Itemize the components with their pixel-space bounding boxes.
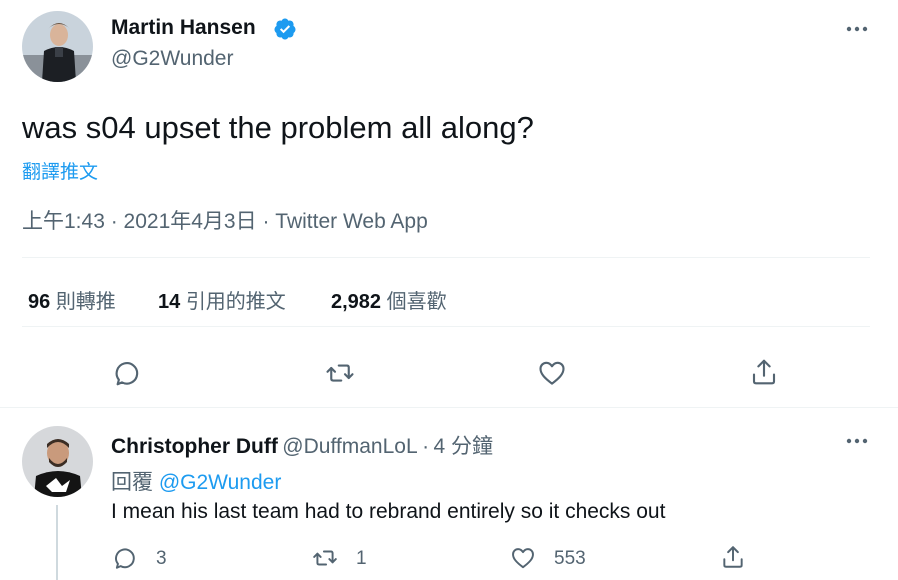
reply-retweet-icon[interactable] (311, 545, 339, 571)
reply-retweets-count: 1 (356, 548, 367, 569)
reply-text: I mean his last team had to rebrand enti… (111, 500, 666, 523)
like-icon[interactable] (537, 358, 567, 388)
reply-reply-icon[interactable] (112, 545, 138, 571)
verified-badge-icon (273, 17, 297, 41)
likes-label: 個喜歡 (386, 291, 447, 313)
divider (22, 326, 870, 327)
reply-time[interactable]: 4 分鐘 (434, 435, 494, 458)
retweets-label: 則轉推 (55, 291, 116, 313)
reply-icon[interactable] (112, 358, 142, 388)
tweet-timestamp[interactable]: 上午1:43 · 2021年4月3日 · Twitter Web App (22, 205, 428, 235)
retweets-count: 96 (28, 291, 51, 313)
more-options-icon[interactable] (845, 25, 869, 33)
thread-line (56, 505, 58, 580)
likes-stat[interactable]: 2,982 個喜歡 (331, 285, 447, 314)
divider (0, 407, 898, 408)
reply-share-icon[interactable] (720, 544, 746, 570)
reply-separator: · (422, 435, 430, 458)
reply-like-icon[interactable] (510, 545, 536, 571)
reply-author-handle[interactable]: @DuffmanLoL (282, 435, 417, 458)
translate-tweet-link[interactable]: 翻譯推文 (22, 157, 98, 184)
author-handle[interactable]: @G2Wunder (111, 47, 233, 71)
author-name[interactable]: Martin Hansen (111, 16, 256, 40)
reply-header: Christopher Duff @DuffmanLoL · 4 分鐘 (111, 430, 493, 460)
share-icon[interactable] (749, 357, 779, 387)
replying-to-prefix: 回覆 (111, 471, 153, 494)
divider (22, 257, 870, 258)
reply-author-avatar[interactable] (22, 426, 93, 497)
author-avatar[interactable] (22, 11, 93, 82)
quotes-label: 引用的推文 (185, 291, 286, 313)
replying-to: 回覆 @G2Wunder (111, 466, 281, 496)
likes-count: 2,982 (331, 291, 382, 313)
reply-more-options-icon[interactable] (845, 437, 869, 445)
retweet-icon[interactable] (324, 358, 356, 388)
reply-author-name[interactable]: Christopher Duff (111, 435, 278, 458)
reply-likes-count: 553 (554, 548, 586, 569)
tweet-text: was s04 upset the problem all along? (22, 110, 534, 145)
replying-to-handle[interactable]: @G2Wunder (159, 471, 281, 494)
quotes-count: 14 (158, 291, 181, 313)
reply-replies-count: 3 (156, 548, 167, 569)
retweets-stat[interactable]: 96 則轉推 (28, 285, 116, 314)
quotes-stat[interactable]: 14 引用的推文 (158, 285, 286, 314)
